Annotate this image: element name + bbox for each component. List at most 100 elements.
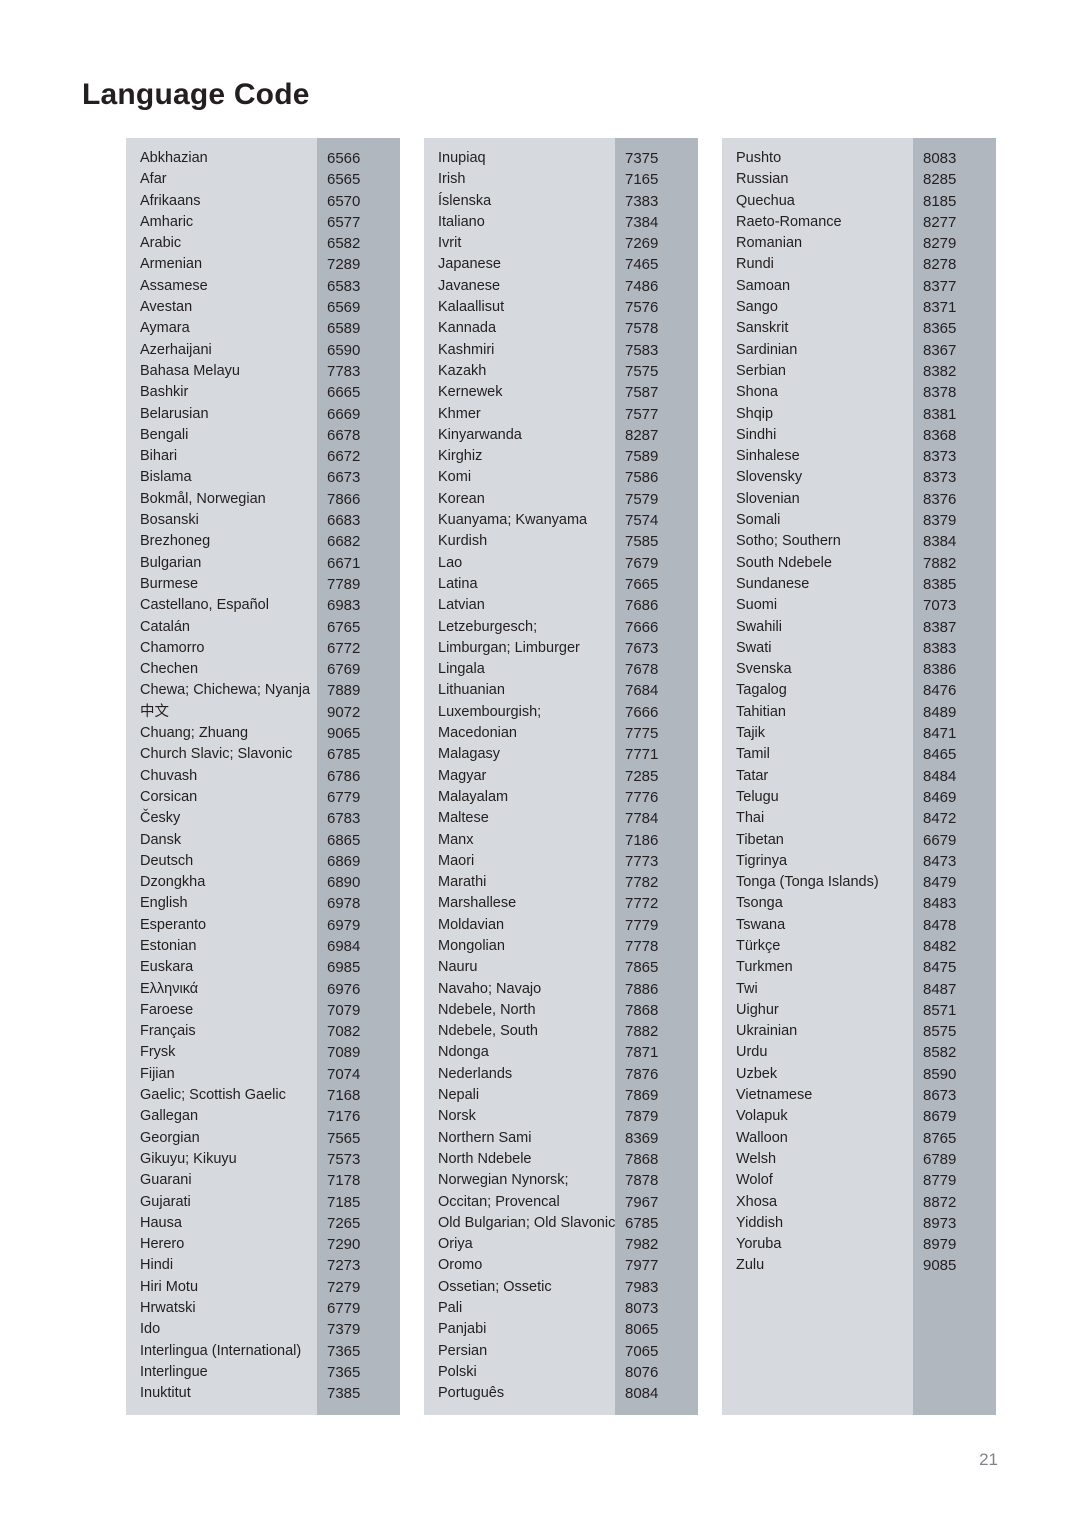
language-code-cell: 7289 [327, 256, 361, 274]
language-name-cell: Kashmiri [438, 341, 495, 358]
language-name-cell: Magyar [438, 767, 487, 784]
language-name-cell: Euskara [140, 959, 194, 976]
language-code-cell: 7365 [327, 1363, 361, 1381]
language-code-cell: 8367 [923, 341, 957, 359]
language-code-cell: 7385 [327, 1385, 361, 1403]
language-code-cell: 6673 [327, 469, 361, 487]
language-name-cell: Brezhoneg [140, 533, 211, 550]
language-name-cell: Avestan [140, 299, 193, 316]
language-name-column: Abkhazian Afar Afrikaans Amharic Arabic Armen… [126, 138, 317, 1415]
language-code-cell: 6682 [327, 533, 361, 551]
language-name-cell: Bashkir [140, 384, 189, 401]
language-name-cell: Lithuanian [438, 682, 505, 699]
language-code-cell: 6983 [327, 597, 361, 615]
language-name-cell: Estonian [140, 937, 197, 954]
language-code-cell: 8476 [923, 682, 957, 700]
language-code-cell: 6671 [327, 554, 361, 572]
language-name-cell: Aymara [140, 320, 190, 337]
language-name-cell: Sango [736, 299, 778, 316]
language-name-cell: Twi [736, 980, 758, 997]
language-name-cell: Navaho; Navajo [438, 980, 542, 997]
language-name-cell: Tamil [736, 746, 770, 763]
language-code-cell: 6785 [327, 746, 361, 764]
language-code-cell: 7587 [625, 384, 659, 402]
language-code-cell: 8673 [923, 1087, 957, 1105]
language-code-cell: 7265 [327, 1214, 361, 1232]
language-code-cell: 6583 [327, 277, 361, 295]
language-code-cell: 8465 [923, 746, 957, 764]
language-code-cell: 8379 [923, 512, 957, 530]
language-name-cell: Tajik [736, 725, 766, 742]
language-name-cell: Khmer [438, 405, 481, 422]
language-code-cell: 7678 [625, 661, 659, 679]
language-code-cell: 6565 [327, 171, 361, 189]
language-name-cell: Norwegian Nynorsk; [438, 1172, 569, 1189]
language-name-cell: Slovenian [736, 490, 800, 507]
language-code-cell: 6976 [327, 980, 361, 998]
language-name-column: Pushto Russian Quechua Raeto-Romance Romania… [722, 138, 913, 1415]
language-name-cell: Tigrinya [736, 852, 788, 869]
language-code-cell: 7576 [625, 299, 659, 317]
language-code-cell: 9072 [327, 703, 361, 721]
language-code-cell: 7375 [625, 150, 659, 167]
language-name-cell: Nauru [438, 959, 478, 976]
language-name-cell: Guarani [140, 1172, 192, 1189]
language-name-cell: Bislama [140, 469, 192, 486]
language-code-cell: 8973 [923, 1214, 957, 1232]
language-code-cell-empty [923, 1383, 996, 1404]
language-code-cell: 7384 [625, 213, 659, 231]
language-name-cell: Malagasy [438, 746, 501, 763]
language-name-cell: Dansk [140, 831, 182, 848]
language-code-cell: 8278 [923, 256, 957, 274]
language-code-cell: 7967 [625, 1193, 659, 1211]
language-name-cell: Walloon [736, 1129, 788, 1146]
language-code-cell: 7879 [625, 1108, 659, 1126]
language-code-cell: 7665 [625, 575, 659, 593]
language-code-cell: 8371 [923, 299, 957, 317]
language-name-cell: Ivrit [438, 235, 462, 252]
language-code-cell: 6569 [327, 299, 361, 317]
language-code-cell: 7776 [625, 788, 659, 806]
language-name-cell: Chewa; Chichewa; Nyanja [140, 682, 311, 699]
language-code-cell: 6669 [327, 405, 361, 423]
language-code-cell: 8779 [923, 1172, 957, 1190]
language-name-cell: Slovensky [736, 469, 803, 486]
language-name-cell: Amharic [140, 213, 194, 230]
language-code-cell: 6779 [327, 788, 361, 806]
language-code-cell-empty [923, 1319, 996, 1340]
language-code-cell: 8073 [625, 1300, 659, 1318]
language-name-cell: Assamese [140, 277, 208, 294]
language-name-cell: Limburgan; Limburger [438, 639, 580, 656]
language-code-cell: 7871 [625, 1044, 659, 1062]
language-code-cell-empty [923, 1362, 996, 1383]
language-name-cell: Zulu [736, 1257, 765, 1274]
language-name-cell: Russian [736, 171, 789, 188]
language-code-cell: 7876 [625, 1065, 659, 1083]
language-name-cell: Bosanski [140, 512, 199, 529]
language-name-cell: Sindhi [736, 426, 777, 443]
language-code-cell: 8287 [625, 426, 659, 444]
language-code-cell: 7772 [625, 895, 659, 913]
language-name-cell: Urdu [736, 1044, 768, 1061]
language-code-cell: 6582 [327, 235, 361, 253]
language-name-cell: Afrikaans [140, 192, 201, 209]
language-name-cell: Letzeburgesch; [438, 618, 538, 635]
language-code-cell: 8471 [923, 725, 957, 743]
language-name-cell: Sanskrit [736, 320, 789, 337]
language-name-cell: Swahili [736, 618, 782, 635]
language-name-cell: Turkmen [736, 959, 793, 976]
language-code-table: Pushto Russian Quechua Raeto-Romance Romania… [722, 138, 996, 1415]
language-code-cell: 7579 [625, 490, 659, 508]
language-code-cell: 7185 [327, 1193, 361, 1211]
language-name-cell: Bokmål, Norwegian [140, 490, 266, 507]
language-name-cell: Moldavian [438, 916, 505, 933]
language-code-cell: 6683 [327, 512, 361, 530]
language-code-table: Inupiaq Irish Íslenska Italiano Ivrit Japanes… [424, 138, 698, 1415]
language-code-cell: 8376 [923, 490, 957, 508]
language-name-cell: Tsonga [736, 895, 783, 912]
language-code-cell: 7878 [625, 1172, 659, 1190]
language-code-cell: 6783 [327, 810, 361, 828]
language-name-cell: Kazakh [438, 362, 487, 379]
language-name-cell: Svenska [736, 661, 792, 678]
language-code-cell: 6672 [327, 448, 361, 466]
